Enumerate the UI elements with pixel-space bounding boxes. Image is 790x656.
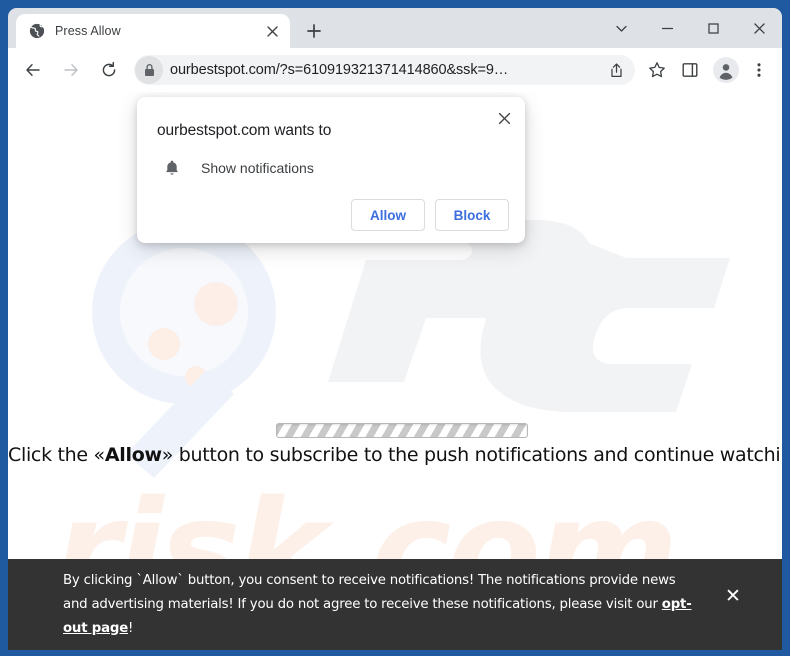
consent-banner-text: By clicking `Allow` button, you consent … <box>8 569 708 641</box>
permission-label: Show notifications <box>201 160 314 176</box>
pc-logo-watermark <box>92 220 730 478</box>
browser-window-frame: Press Allow ourbestspot.com/?s=610919321… <box>0 0 790 656</box>
notification-permission-dialog: ourbestspot.com wants to Show notificati… <box>137 97 525 243</box>
consent-banner-close-icon[interactable]: ✕ <box>708 585 758 607</box>
arrow-right-icon <box>56 55 86 85</box>
arrow-left-icon[interactable] <box>18 55 48 85</box>
tab-close-icon[interactable] <box>262 21 282 41</box>
headline-bold-allow: Allow <box>104 444 162 466</box>
bookmark-star-icon[interactable] <box>642 55 672 85</box>
loading-progress-bar <box>276 423 528 438</box>
window-controls <box>598 8 782 48</box>
side-panel-icon[interactable] <box>675 55 705 85</box>
headline-before-bold: Click the « <box>8 444 105 466</box>
page-headline: Click the «Allow» button to subscribe to… <box>8 444 782 466</box>
browser-menu-icon[interactable] <box>744 55 774 85</box>
consent-banner: By clicking `Allow` button, you consent … <box>8 559 782 650</box>
dialog-title: ourbestspot.com wants to <box>157 122 332 139</box>
address-bar[interactable]: ourbestspot.com/?s=610919321371414860&ss… <box>134 55 635 85</box>
reload-icon[interactable] <box>94 55 124 85</box>
dialog-actions: Allow Block <box>157 199 509 231</box>
share-icon[interactable] <box>603 57 629 83</box>
url-text: ourbestspot.com/?s=610919321371414860&ss… <box>170 62 509 78</box>
profile-avatar-icon[interactable] <box>713 57 739 83</box>
tab-search-chevron-down-icon[interactable] <box>598 11 644 45</box>
browser-tab[interactable]: Press Allow <box>16 14 290 48</box>
permission-row: Show notifications <box>157 159 509 177</box>
browser-toolbar: ourbestspot.com/?s=610919321371414860&ss… <box>8 48 782 92</box>
chrome-window: Press Allow ourbestspot.com/?s=610919321… <box>8 8 782 650</box>
headline-after-bold: » button to subscribe to the push notifi… <box>161 444 782 466</box>
globe-icon <box>29 23 45 39</box>
maximize-icon[interactable] <box>690 11 736 45</box>
tab-strip: Press Allow <box>8 8 782 48</box>
consent-text-part1: By clicking `Allow` button, you consent … <box>63 572 676 612</box>
dialog-close-icon[interactable] <box>491 105 517 131</box>
allow-button[interactable]: Allow <box>351 199 425 231</box>
minimize-icon[interactable] <box>644 11 690 45</box>
new-tab-button[interactable] <box>300 17 328 45</box>
close-icon[interactable] <box>736 11 782 45</box>
lock-icon[interactable] <box>135 56 163 84</box>
bell-icon <box>163 159 181 177</box>
consent-text-part2: ! <box>128 620 134 636</box>
tab-title: Press Allow <box>55 24 121 38</box>
page-viewport: risk.com Click the «Allow» button to sub… <box>8 92 782 650</box>
block-button[interactable]: Block <box>435 199 509 231</box>
